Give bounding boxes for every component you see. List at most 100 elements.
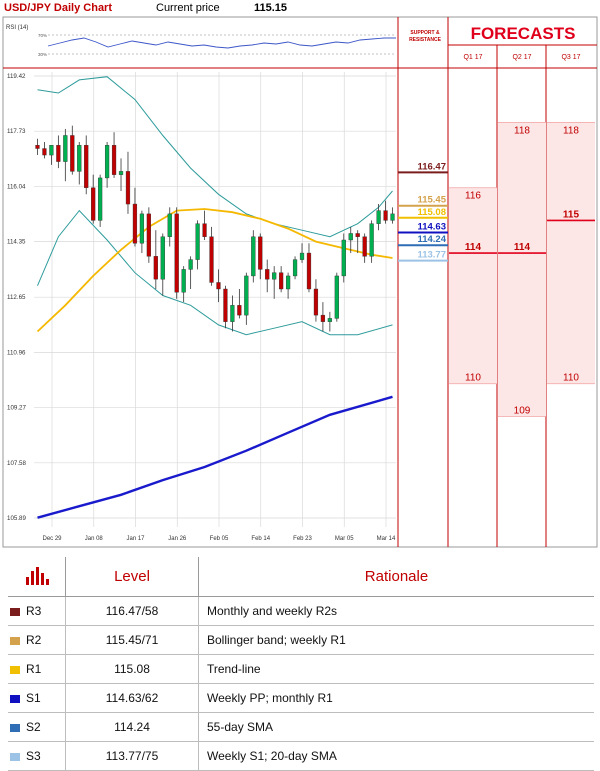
- candle-body: [258, 236, 263, 270]
- forecasts-title: FORECASTS: [470, 24, 576, 43]
- row-name: R3: [26, 604, 42, 618]
- x-tick-label: Mar 14: [377, 536, 396, 542]
- x-tick-label: Feb 14: [251, 536, 270, 542]
- forecast-mid-label: 114: [514, 242, 531, 253]
- y-tick-label: 105.89: [7, 515, 26, 522]
- candle-body: [299, 252, 305, 260]
- table-row: R2 115.45/71 Bollinger band; weekly R1: [8, 625, 594, 655]
- candle-body: [279, 272, 284, 290]
- row-level: 114.24: [65, 712, 199, 742]
- quarter-q2-header: Q2 17: [512, 54, 532, 61]
- y-tick-label: 117.73: [7, 128, 26, 135]
- candle-body: [174, 213, 179, 293]
- candle-body: [251, 236, 256, 277]
- candle-body: [306, 252, 312, 290]
- candle-body: [265, 269, 270, 280]
- row-level: 116.47/58: [65, 596, 199, 626]
- candle-body: [84, 145, 89, 188]
- candle-body: [285, 275, 291, 290]
- row-rationale: Trend-line: [198, 654, 594, 684]
- table-row: S2 114.24 55-day SMA: [8, 712, 594, 742]
- candle-body: [181, 269, 186, 293]
- table-row: R3 116.47/58 Monthly and weekly R2s: [8, 596, 594, 626]
- level-label-r1: 115.08: [417, 207, 446, 218]
- candle-body: [160, 236, 165, 280]
- sma-55-line: [36, 208, 393, 333]
- rationale-column-header: Rationale: [198, 557, 594, 597]
- support-resistance-levels: 116.47 115.45115.08 114.63 114.24 113.77: [398, 161, 448, 262]
- candle-body: [125, 171, 131, 205]
- candle-body: [56, 145, 61, 162]
- forecast-high-label: 118: [563, 125, 579, 136]
- row-swatch: [10, 607, 20, 616]
- forecast-band: [498, 122, 546, 417]
- row-level: 113.77/75: [65, 741, 199, 771]
- row-rationale: 55-day SMA: [198, 712, 594, 742]
- candle-body: [111, 145, 117, 175]
- rsi-line: [47, 37, 396, 49]
- rsi-panel: RSI (14) 70% 30%: [6, 25, 396, 57]
- candle-body: [320, 314, 326, 322]
- candle-body: [216, 282, 221, 290]
- sma-200-line: [37, 395, 393, 519]
- levels-table-header: Level Rationale: [8, 557, 594, 597]
- y-tick-label: 110.96: [7, 349, 26, 356]
- candle-body: [49, 145, 54, 156]
- x-tick-label: Jan 08: [85, 536, 104, 542]
- quarter-q1-header: Q1 17: [463, 54, 483, 61]
- row-swatch: [10, 752, 20, 761]
- row-swatch: [10, 694, 20, 703]
- candle-body: [376, 210, 381, 224]
- candle-body: [272, 272, 277, 280]
- row-level: 115.08: [65, 654, 199, 684]
- row-rationale: Bollinger band; weekly R1: [198, 625, 594, 655]
- candle-body: [390, 213, 395, 221]
- forecast-high-label: 116: [465, 191, 481, 202]
- chart-canvas: RSI (14) 70% 30% 11611411011811410911811…: [2, 16, 598, 548]
- row-name: S3: [26, 749, 41, 763]
- candle-body: [139, 213, 145, 244]
- candle-body: [230, 305, 235, 322]
- x-tick-label: Feb 05: [210, 536, 229, 542]
- y-tick-label: 107.58: [7, 460, 26, 467]
- row-name: S1: [26, 691, 41, 705]
- candle-body: [334, 275, 339, 319]
- bar-chart-icon: [8, 557, 66, 597]
- candle-body: [292, 259, 298, 277]
- forecast-mid-label: 114: [465, 242, 482, 253]
- candle-body: [313, 288, 319, 316]
- row-swatch: [10, 665, 20, 674]
- candle-body: [355, 233, 360, 237]
- candle-body: [77, 145, 82, 172]
- candle-body: [63, 135, 68, 162]
- candle-body: [188, 259, 193, 270]
- level-label-r3: 116.47: [417, 161, 446, 172]
- rsi-level-30: 30%: [38, 52, 47, 57]
- x-tick-label: Jan 26: [168, 536, 187, 542]
- candle-body: [223, 288, 228, 322]
- candle-body: [341, 239, 346, 277]
- price-grid: [34, 72, 396, 527]
- y-tick-label: 112.65: [7, 294, 26, 301]
- forecast-high-label: 118: [514, 125, 530, 136]
- level-label-s2: 114.24: [417, 234, 446, 245]
- candle-body: [98, 177, 103, 221]
- level-label-s3: 113.77: [417, 250, 446, 261]
- y-tick-label: 114.35: [7, 239, 26, 246]
- candlesticks: [35, 125, 395, 332]
- row-name: R2: [26, 633, 42, 647]
- level-column-header: Level: [65, 557, 199, 597]
- y-tick-label: 119.42: [7, 73, 26, 80]
- sr-heading: SUPPORT & RESISTANCE: [409, 30, 441, 43]
- candle-body: [153, 256, 158, 280]
- bollinger-lower-line: [37, 209, 393, 336]
- candle-body: [42, 148, 47, 156]
- row-level: 114.63/62: [65, 683, 199, 713]
- row-rationale: Weekly S1; 20-day SMA: [198, 741, 594, 771]
- y-tick-label: 116.04: [7, 183, 26, 190]
- candle-body: [146, 213, 151, 257]
- row-name: S2: [26, 720, 41, 734]
- candle-body: [35, 145, 40, 149]
- y-tick-label: 109.27: [7, 405, 26, 412]
- level-label-s1: 114.63: [417, 221, 446, 232]
